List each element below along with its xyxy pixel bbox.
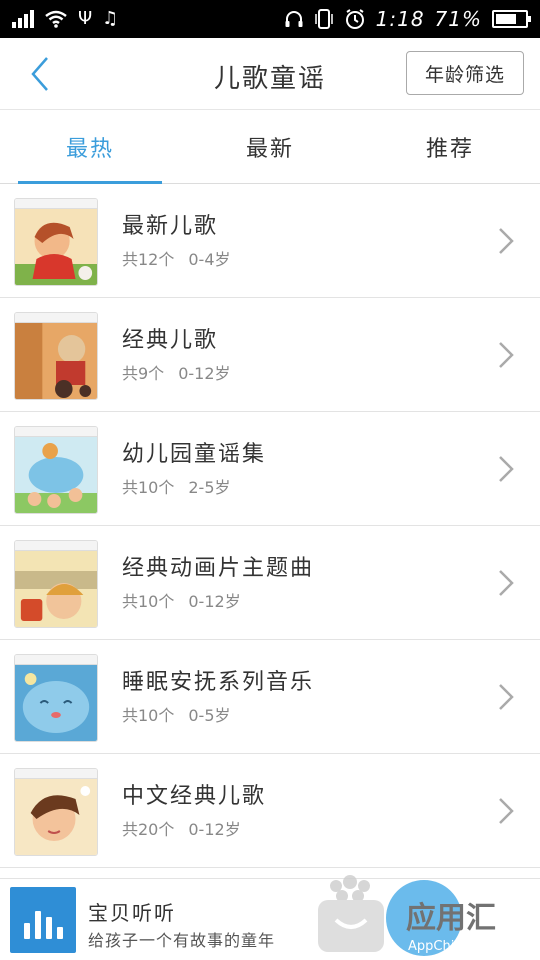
album-age-range: 0-12岁 [188, 820, 241, 839]
album-meta: 共10个 0-12岁 [122, 588, 241, 612]
album-title: 最新儿歌 [122, 214, 219, 239]
battery-icon [492, 10, 531, 28]
headphone-icon [285, 11, 303, 27]
album-count: 共20个 [122, 820, 175, 839]
album-thumbnail [14, 198, 98, 286]
banner-title: 宝贝听听 [88, 901, 176, 925]
album-age-range: 0-5岁 [188, 706, 231, 725]
album-thumbnail [14, 312, 98, 400]
chevron-right-icon [499, 228, 514, 254]
list-item[interactable]: 最新儿歌 共12个 0-4岁 [0, 184, 540, 298]
album-age-range: 0-12岁 [178, 364, 231, 383]
list-item[interactable]: 经典儿歌 共9个 0-12岁 [0, 298, 540, 412]
album-count: 共10个 [122, 478, 175, 497]
chevron-right-icon [499, 798, 514, 824]
age-filter-button[interactable]: 年龄筛选 [406, 51, 524, 95]
album-list: 最新儿歌 共12个 0-4岁 经典儿歌 共9个 0-12岁 幼儿园童谣集 共10… [0, 184, 540, 868]
list-item[interactable]: 经典动画片主题曲 共10个 0-12岁 [0, 526, 540, 640]
status-time: 1:18 [375, 7, 425, 31]
album-count: 共12个 [122, 250, 175, 269]
chevron-left-icon [31, 57, 48, 91]
album-count: 共10个 [122, 592, 175, 611]
album-title: 幼儿园童谣集 [122, 442, 267, 467]
chevron-right-icon [499, 570, 514, 596]
album-count: 共10个 [122, 706, 175, 725]
album-title: 睡眠安抚系列音乐 [122, 670, 315, 695]
album-thumbnail [14, 426, 98, 514]
list-item[interactable]: 睡眠安抚系列音乐 共10个 0-5岁 [0, 640, 540, 754]
phone-vibrate-icon [314, 9, 333, 29]
album-thumbnail [14, 654, 98, 742]
list-item[interactable]: 中文经典儿歌 共20个 0-12岁 [0, 754, 540, 868]
album-age-range: 0-4岁 [188, 250, 231, 269]
album-thumbnail [14, 768, 98, 856]
album-title: 中文经典儿歌 [122, 784, 267, 809]
watermark-text: 应用汇 [406, 901, 496, 936]
signal-icon [12, 10, 34, 28]
album-meta: 共12个 0-4岁 [122, 246, 231, 270]
chevron-right-icon [499, 342, 514, 368]
album-thumbnail [14, 540, 98, 628]
album-age-range: 2-5岁 [188, 478, 231, 497]
album-meta: 共20个 0-12岁 [122, 816, 241, 840]
album-age-range: 0-12岁 [188, 592, 241, 611]
alarm-icon [345, 9, 364, 29]
app-logo-icon [10, 887, 76, 953]
album-title: 经典儿歌 [122, 328, 219, 353]
tab-hottest[interactable]: 最热 [0, 110, 180, 184]
banner-subtitle: 给孩子一个有故事的童年 [88, 931, 276, 950]
album-meta: 共10个 2-5岁 [122, 474, 231, 498]
usb-icon: Ψ [78, 8, 93, 29]
watermark-domain: AppChina.com [408, 939, 502, 954]
album-meta: 共10个 0-5岁 [122, 702, 231, 726]
album-title: 经典动画片主题曲 [122, 556, 315, 581]
chevron-right-icon [499, 456, 514, 482]
list-item[interactable]: 幼儿园童谣集 共10个 2-5岁 [0, 412, 540, 526]
music-icon: ♫ [102, 8, 119, 29]
status-bar: Ψ ♫ 1:18 71% [0, 0, 540, 38]
wifi-icon [45, 10, 67, 28]
chevron-right-icon [499, 684, 514, 710]
tab-recommended[interactable]: 推荐 [360, 110, 540, 184]
category-tabs: 最热 最新 推荐 [0, 110, 540, 184]
back-button[interactable] [18, 52, 62, 96]
album-count: 共9个 [122, 364, 165, 383]
appchina-watermark: 应用汇 AppChina.com [318, 875, 502, 956]
album-meta: 共9个 0-12岁 [122, 360, 231, 384]
app-header: 儿歌童谣 年龄筛选 [0, 38, 540, 110]
battery-percent: 71% [434, 7, 482, 31]
tab-newest[interactable]: 最新 [180, 110, 360, 184]
